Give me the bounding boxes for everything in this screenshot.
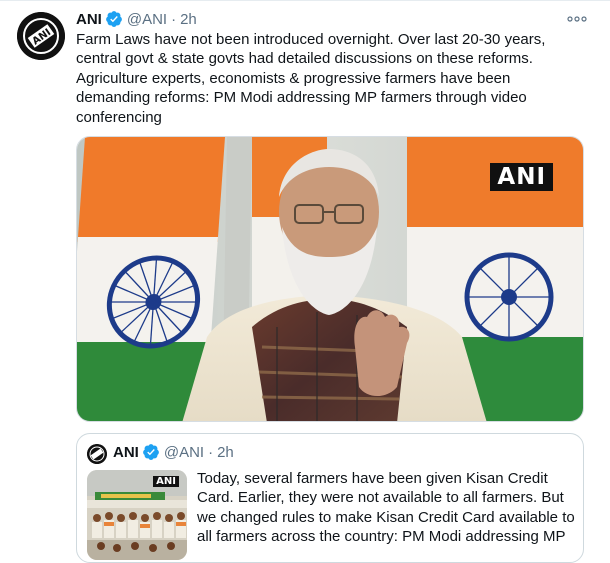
quoted-tweet-header: ANI @ANI · 2h	[113, 443, 234, 461]
media-watermark: ANI	[490, 163, 553, 191]
tweet-text: Farm Laws have not been introduced overn…	[76, 31, 546, 126]
quoted-author-handle[interactable]: @ANI	[164, 444, 204, 461]
ani-logo-icon: ANI	[17, 12, 65, 60]
author-name[interactable]: ANI	[76, 11, 102, 28]
verified-badge-icon	[142, 443, 160, 461]
verified-badge-icon	[105, 10, 123, 28]
quoted-tweet-timestamp[interactable]: 2h	[217, 444, 234, 461]
author-handle[interactable]: @ANI	[127, 11, 167, 28]
more-dots-icon	[567, 16, 587, 22]
tweet-timestamp[interactable]: 2h	[180, 11, 197, 28]
separator-dot: ·	[208, 443, 214, 461]
more-options-button[interactable]	[566, 11, 588, 27]
tweet-media-image[interactable]: ANI	[76, 136, 584, 422]
tweet[interactable]: ANI ANI @ANI · 2h Farm Laws have not bee…	[0, 0, 610, 563]
thumbnail-watermark: ANI	[153, 476, 179, 487]
separator-dot: ·	[171, 10, 177, 28]
quoted-author-name[interactable]: ANI	[113, 444, 139, 461]
tweet-header: ANI @ANI · 2h	[76, 8, 197, 30]
quoted-author-avatar[interactable]	[87, 444, 107, 464]
author-avatar[interactable]: ANI	[17, 12, 65, 60]
quoted-tweet[interactable]: ANI @ANI · 2h ANI Today, several farmers…	[76, 433, 584, 563]
ani-logo-icon	[87, 444, 107, 464]
quoted-tweet-text: Today, several farmers have been given K…	[197, 470, 575, 546]
